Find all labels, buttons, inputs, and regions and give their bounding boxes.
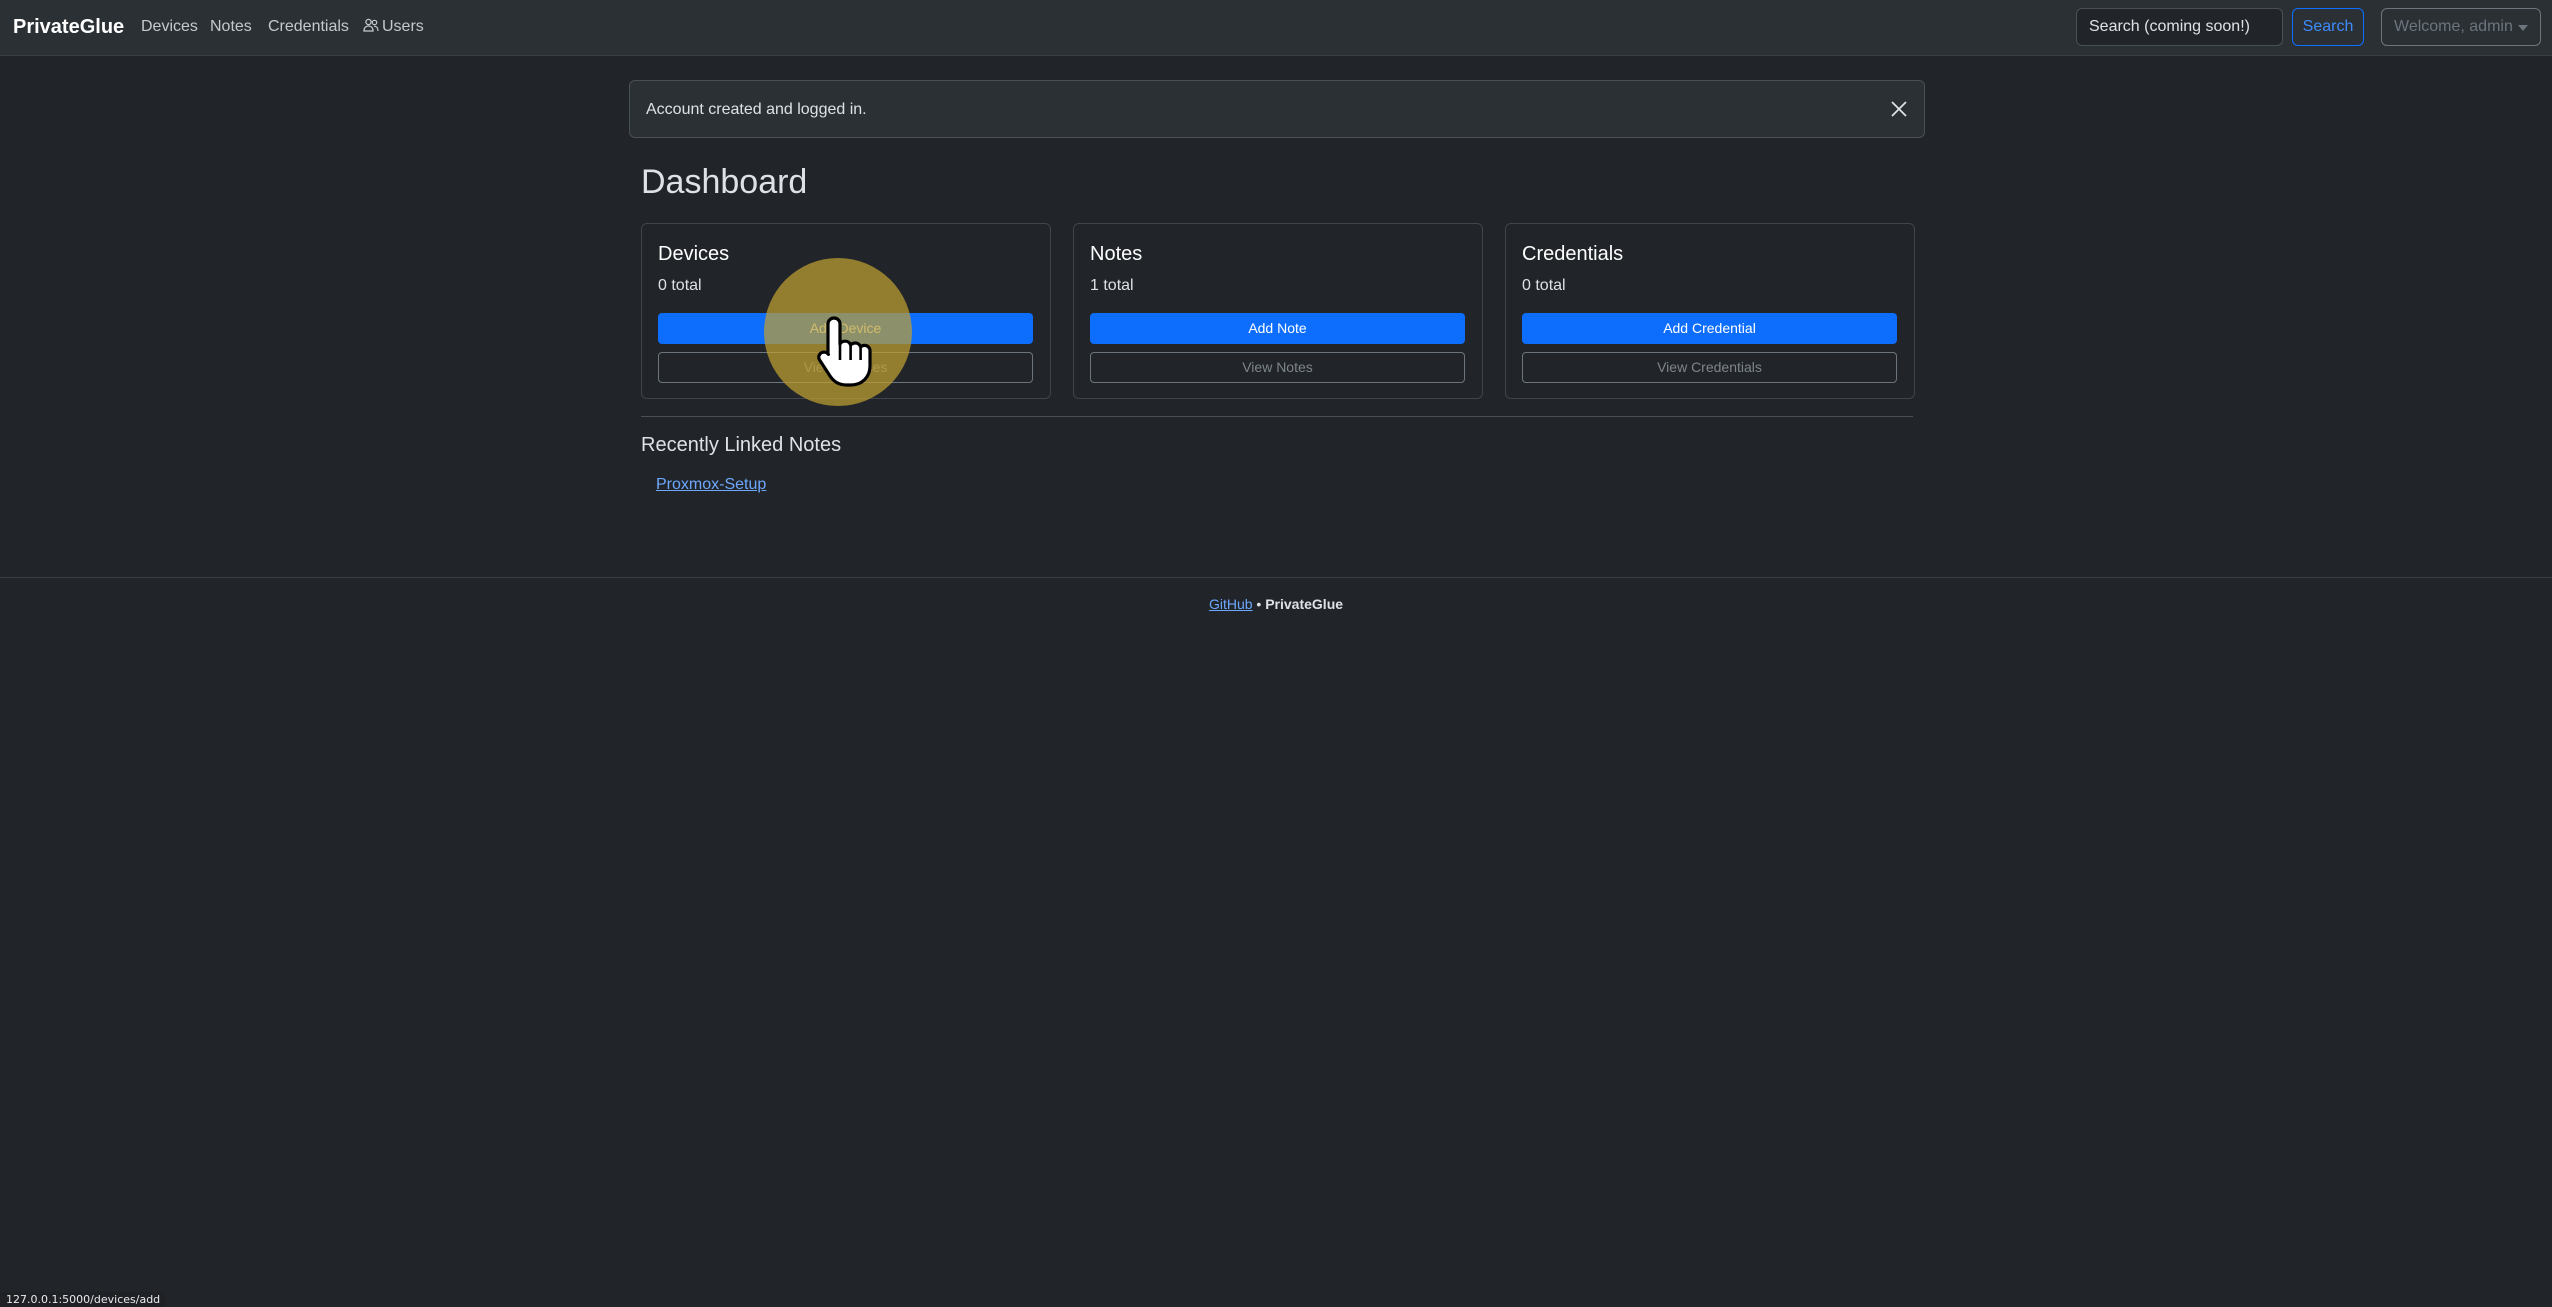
nav-devices[interactable]: Devices	[141, 16, 198, 38]
card-count: 0 total	[1522, 277, 1566, 294]
search-input[interactable]: Search (coming soon!)	[2076, 8, 2283, 46]
credentials-card: Credentials 0 total Add Credential View …	[1505, 223, 1915, 399]
hand-pointer-icon	[817, 316, 872, 387]
footer: GitHub • PrivateGlue	[0, 594, 2552, 614]
browser-status-url: 127.0.0.1:5000/devices/add	[0, 1292, 167, 1307]
footer-separator: •	[1256, 596, 1262, 612]
nav-credentials[interactable]: Credentials	[268, 16, 349, 38]
notes-card: Notes 1 total Add Note View Notes	[1073, 223, 1483, 399]
footer-app-name: PrivateGlue	[1265, 596, 1344, 612]
recent-note-link[interactable]: Proxmox-Setup	[656, 474, 766, 496]
success-alert: Account created and logged in.	[629, 80, 1925, 138]
footer-divider	[0, 577, 2552, 578]
user-menu-label: Welcome, admin	[2394, 18, 2513, 35]
view-credentials-button[interactable]: View Credentials	[1522, 352, 1897, 383]
view-notes-button[interactable]: View Notes	[1090, 352, 1465, 383]
card-title: Credentials	[1522, 243, 1624, 265]
add-note-button[interactable]: Add Note	[1090, 313, 1465, 344]
top-navbar: PrivateGlue Devices Notes Credentials Us…	[0, 0, 2552, 56]
section-divider	[641, 416, 1913, 417]
card-title: Notes	[1090, 243, 1143, 265]
card-count: 0 total	[658, 277, 702, 294]
alert-message: Account created and logged in.	[646, 101, 867, 118]
search-button[interactable]: Search	[2292, 8, 2364, 46]
caret-down-icon	[2518, 25, 2528, 31]
nav-notes[interactable]: Notes	[210, 16, 252, 38]
recent-notes-heading: Recently Linked Notes	[641, 434, 842, 456]
user-menu-dropdown[interactable]: Welcome, admin	[2381, 8, 2541, 46]
github-link[interactable]: GitHub	[1209, 596, 1253, 612]
card-title: Devices	[658, 243, 730, 265]
close-icon[interactable]	[1886, 96, 1912, 122]
users-icon	[363, 18, 379, 32]
page-title: Dashboard	[641, 163, 808, 201]
add-credential-button[interactable]: Add Credential	[1522, 313, 1897, 344]
nav-users[interactable]: Users	[363, 16, 424, 38]
nav-users-label: Users	[382, 18, 424, 35]
brand-logo[interactable]: PrivateGlue	[13, 13, 124, 41]
card-count: 1 total	[1090, 277, 1134, 294]
